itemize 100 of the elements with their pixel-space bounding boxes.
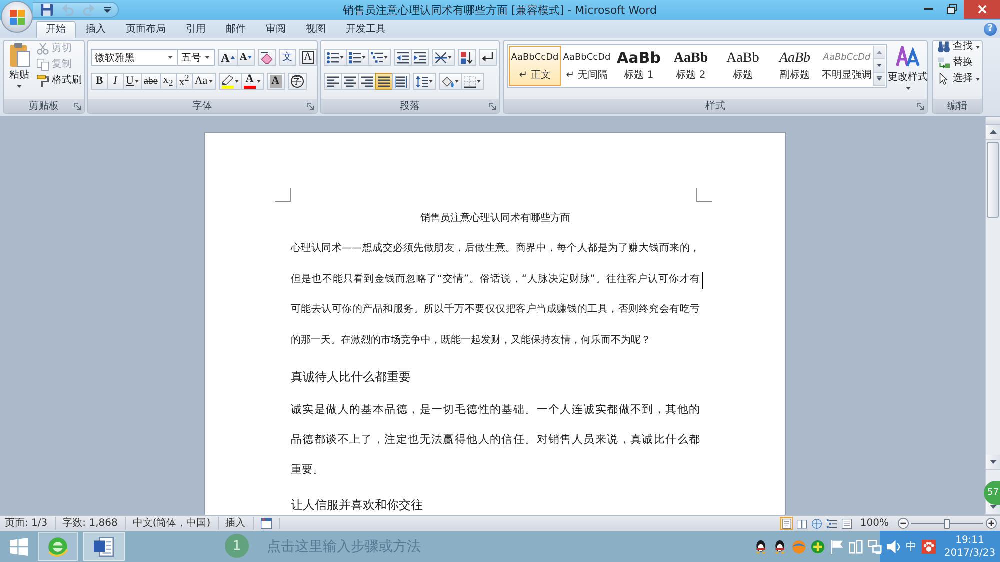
section-heading: 真诚待人比什么都重要 [291, 368, 412, 386]
change-styles-button[interactable]: 更改样式 [888, 44, 928, 100]
ribbon-tab[interactable]: 审阅 [256, 21, 296, 38]
gallery-more-button[interactable] [874, 72, 885, 86]
paste-button[interactable]: 粘贴 [7, 43, 32, 99]
zoom-in-button[interactable] [985, 518, 997, 530]
decrease-indent-button[interactable] [394, 49, 412, 66]
ribbon-tab[interactable]: 视图 [296, 21, 336, 38]
paw-icon[interactable] [922, 540, 936, 554]
asian-layout-button[interactable] [432, 49, 455, 66]
dialog-launcher-icon[interactable] [489, 102, 496, 110]
borders-button[interactable] [461, 73, 484, 90]
ribbon-tab[interactable]: 页面布局 [116, 21, 176, 38]
draft-view-button[interactable] [840, 517, 854, 530]
outline-view-button[interactable] [825, 517, 838, 530]
zoom-slider[interactable] [911, 518, 983, 528]
close-button[interactable] [964, 0, 1000, 19]
status-item[interactable]: 中文(简体，中国) [126, 517, 219, 530]
line-spacing-icon [416, 76, 428, 88]
reading-layout-button[interactable] [795, 517, 808, 530]
numbered-list-icon [349, 52, 361, 64]
increase-indent-button[interactable] [411, 49, 429, 66]
speaker-icon[interactable] [887, 540, 901, 554]
open-book-icon [796, 518, 807, 528]
strikethrough-button[interactable]: abe [140, 73, 161, 90]
close-icon [978, 5, 986, 14]
scrollbar-thumb[interactable] [987, 142, 999, 218]
style-option[interactable]: AaBbCcDd ↵ 正文 [509, 46, 561, 86]
show-marks-button[interactable] [479, 49, 497, 66]
bold-button[interactable]: B [91, 73, 108, 90]
numbering-button[interactable] [346, 49, 369, 66]
align-center-button[interactable] [341, 73, 359, 90]
document-app-taskbar-button[interactable] [83, 532, 125, 561]
align-right-button[interactable] [358, 73, 376, 90]
character-shading-button[interactable]: A [266, 73, 285, 90]
change-case-button[interactable]: Aa [192, 73, 216, 90]
zoom-slider-thumb[interactable] [944, 518, 950, 528]
shading-button[interactable] [439, 73, 462, 90]
gallery-down-button[interactable] [874, 59, 885, 73]
font-color-button[interactable]: A [240, 73, 264, 90]
plus-icon [986, 518, 996, 529]
penguin-icon[interactable] [773, 540, 787, 554]
zoom-out-button[interactable] [897, 518, 909, 530]
grow-font-button[interactable]: A [218, 49, 238, 66]
character-border-button[interactable]: A [299, 49, 317, 66]
phonetic-guide-button[interactable]: 文 [279, 49, 296, 66]
dialog-launcher-icon[interactable] [307, 102, 314, 110]
enclosed-character-button[interactable]: 字 [288, 73, 307, 90]
caret-icon [976, 78, 980, 80]
align-right-icon [361, 76, 373, 88]
clipboard-icon [10, 43, 30, 67]
status-item[interactable]: 页面: 1/3 [0, 517, 56, 530]
web-layout-button[interactable] [810, 517, 824, 530]
status-item[interactable]: 插入 [218, 517, 254, 530]
ribbon-tab[interactable]: 插入 [76, 21, 116, 38]
highlight-button[interactable] [218, 73, 242, 90]
align-left-button[interactable] [324, 73, 342, 90]
penguin-icon[interactable] [754, 540, 768, 554]
two-screens-icon[interactable] [868, 540, 882, 554]
status-item[interactable]: 字数: 1,868 [56, 517, 126, 530]
print-layout-button[interactable] [780, 517, 794, 530]
italic-button[interactable]: I [107, 73, 124, 90]
replace-button[interactable]: 替换 [936, 55, 982, 71]
distribute-button[interactable] [392, 73, 410, 90]
scroll-up-button[interactable] [986, 125, 1000, 140]
font-name-field[interactable]: 微软雅黑 [91, 49, 178, 66]
select-button[interactable]: 选择 [936, 71, 982, 87]
subscript-button[interactable]: x$_{2}$ [160, 73, 177, 90]
line-spacing-button[interactable] [413, 73, 436, 90]
up-arrow-icon [877, 50, 882, 54]
ribbon-tab[interactable]: 开始 [36, 21, 76, 38]
bulleted-list-icon [327, 52, 339, 64]
align-left-icon [327, 76, 339, 88]
increase-indent-icon [414, 52, 426, 64]
window-icon[interactable] [260, 518, 272, 529]
save-button[interactable] [41, 3, 53, 17]
plus-circle-icon[interactable] [811, 540, 825, 554]
dialog-launcher-icon[interactable] [74, 102, 81, 110]
clear-formatting-button[interactable] [258, 49, 276, 66]
ribbon-tab[interactable]: 开发工具 [336, 21, 396, 38]
two-pages-icon [37, 59, 49, 71]
scroll-down-button[interactable] [986, 455, 1000, 470]
superscript-button[interactable]: x$^{2}$ [176, 73, 193, 90]
expand-icon [877, 76, 882, 82]
ribbon-tab[interactable]: 邮件 [216, 21, 256, 38]
split-handle[interactable] [986, 117, 1000, 125]
shrink-font-button[interactable]: A [236, 49, 256, 66]
group-label: 样式 [706, 100, 726, 113]
sort-button[interactable] [458, 49, 476, 66]
bullets-button[interactable] [324, 49, 347, 66]
find-button[interactable]: 查找 [936, 39, 982, 55]
format-painter-button[interactable]: 格式刷 [35, 73, 84, 89]
font-size-field[interactable]: 五号 [177, 49, 216, 66]
zoom-level[interactable]: 100% [860, 518, 889, 529]
dialog-launcher-icon[interactable] [917, 102, 924, 110]
multilevel-list-button[interactable] [368, 49, 391, 66]
underline-button[interactable]: U [123, 73, 142, 90]
caret-icon [477, 80, 481, 83]
ribbon-tab[interactable]: 引用 [176, 21, 216, 38]
justify-button[interactable] [375, 73, 393, 90]
